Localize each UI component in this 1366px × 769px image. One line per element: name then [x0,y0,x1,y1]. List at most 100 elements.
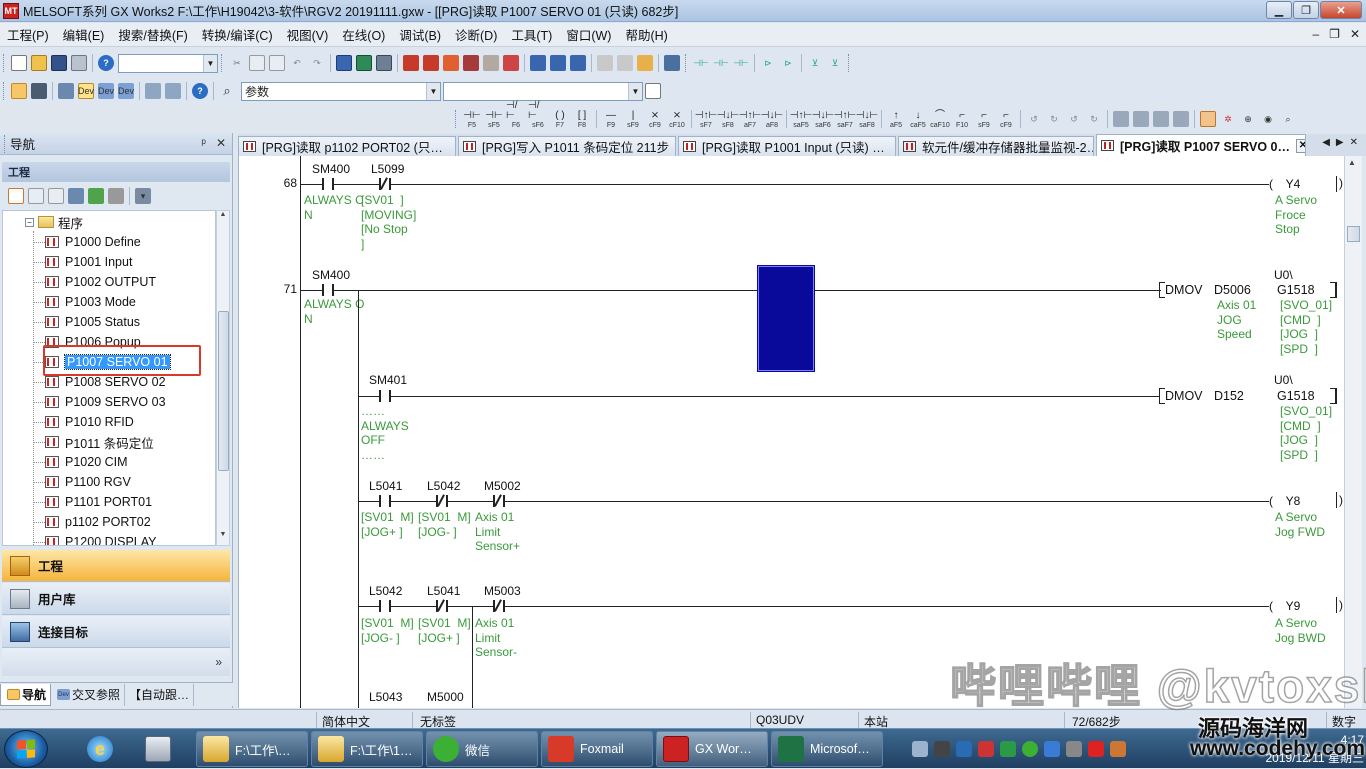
new-data-icon[interactable] [8,188,24,204]
invert-button[interactable]: ⌒ caF10 [930,109,950,130]
contact-no[interactable] [379,390,391,402]
shield-icon[interactable] [1000,741,1016,757]
undo-icon[interactable]: ↶ [289,55,305,71]
monitor-write-icon[interactable]: ↻ [1086,111,1102,127]
tree-item-program[interactable]: P1009 SERVO 03 [33,393,166,411]
bluetooth-icon[interactable] [956,741,972,757]
scroll-up-icon[interactable]: ▲ [1348,158,1356,167]
copy-data-icon[interactable] [28,188,44,204]
tab-p1011[interactable]: [PRG]写入 P1011 条码定位 211步 [458,136,676,156]
paste-icon[interactable] [269,55,285,71]
program-icon[interactable] [31,83,47,99]
display-icon[interactable] [664,55,680,71]
operation-result-rising-button[interactable]: ↑ aF5 [886,109,906,130]
refresh-icon[interactable] [88,188,104,204]
network-icon[interactable] [1044,741,1060,757]
plane-icon[interactable] [934,741,950,757]
delete-hline-button[interactable]: ⨯ cF9 [645,109,665,130]
tab-close-all-icon[interactable]: ✕ [1350,137,1358,148]
verify-plc-icon[interactable] [443,55,459,71]
contact-no[interactable] [322,284,334,296]
window-icon[interactable] [58,83,74,99]
minimize-button[interactable]: ▁ [1266,1,1292,19]
scroll-up-icon[interactable]: ▲ [217,211,229,225]
ladder-line-icon[interactable]: ⊣⊢ [733,55,749,71]
menu-project[interactable]: 工程(P) [0,25,56,44]
ladder-delete-icon[interactable]: ⊣⊢ [713,55,729,71]
sogou-icon[interactable] [1088,741,1104,757]
restore-button[interactable]: ❐ [1293,1,1319,19]
tool-dropdown-icon[interactable]: ▾ [135,188,151,204]
menu-find-replace[interactable]: 搜索/替换(F) [111,25,194,44]
tree-item-program[interactable]: P1011 条码定位 [33,433,154,451]
document-icon[interactable] [645,83,661,99]
mdi-restore-button[interactable]: ❐ [1329,27,1340,41]
operation-result-falling-button[interactable]: ↓ caF5 [908,109,928,130]
simulator-stop-icon[interactable] [617,55,633,71]
help-icon[interactable]: ? [98,55,114,71]
zoom-in-icon[interactable]: ⊕ [1240,111,1256,127]
scroll-down-icon[interactable]: ▼ [217,531,229,545]
editor-vertical-scrollbar[interactable]: ▲ [1344,156,1362,708]
tree-item-program[interactable]: P1002 OUTPUT [33,273,156,291]
contact-nc[interactable] [493,495,505,507]
antivirus-icon[interactable] [1066,741,1082,757]
properties-icon[interactable] [68,188,84,204]
menu-edit[interactable]: 编辑(E) [56,25,112,44]
rising-negated-button[interactable]: ⊣↑⊢ saF5 [790,109,812,130]
tab-auto-follow[interactable]: 【自动跟… [125,683,195,706]
line-delete-button[interactable]: ⌐ sF9 [974,109,994,130]
keyboard-icon[interactable] [912,741,928,757]
line-input-button[interactable]: ⌐ F10 [952,109,972,130]
contact-nc[interactable] [493,600,505,612]
start-button[interactable] [4,730,48,768]
nav-library-button[interactable]: 用户库 [2,583,230,615]
pin-icon[interactable]: ᵖ [201,136,206,150]
taskbar-gxworks[interactable]: GX Wor… [656,731,768,767]
coil-button[interactable]: ( ) F7 [550,109,570,130]
dev-alias-icon[interactable]: Dev [118,83,134,99]
online-icon[interactable] [483,55,499,71]
note-icon[interactable] [1153,111,1169,127]
contact-no[interactable] [379,600,391,612]
tab-close-icon[interactable]: ✕ [1295,138,1305,153]
delete-vline-button[interactable]: ⨯ cF10 [667,109,687,130]
step-search-icon[interactable] [376,55,392,71]
menu-online[interactable]: 在线(O) [335,25,392,44]
network-icon[interactable]: ✲ [1220,111,1236,127]
hline-button[interactable]: — F9 [601,109,621,130]
contact-no[interactable] [322,178,334,190]
menu-view[interactable]: 视图(V) [280,25,336,44]
scroll-thumb[interactable] [218,311,229,471]
taskbar-explorer-1[interactable]: F:\工作\… [196,731,308,767]
tab-p1007-servo01[interactable]: [PRG]读取 P1007 SERVO 0… ✕ [1096,134,1306,156]
tab-p1102-port02[interactable]: [PRG]读取 p1102 PORT02 (只… [238,136,456,156]
parallel-nc-button[interactable]: ⊣/⊢ sF6 [528,101,548,130]
tree-item-program[interactable]: P1010 RFID [33,413,134,431]
remote-op-icon[interactable] [463,55,479,71]
parallel-falling-negated-button[interactable]: ⊣↓⊢ saF8 [856,109,878,130]
help-icon[interactable]: ? [192,83,208,99]
taskbar-calculator[interactable] [138,731,190,767]
coil-y4[interactable]: (Y4 [1269,177,1335,191]
coil-y9[interactable]: (Y9 [1269,599,1335,613]
falling-pulse-button[interactable]: ⊣↓⊢ sF8 [717,109,739,130]
coil-y8[interactable]: (Y8 [1269,494,1335,508]
ladder-editor[interactable]: 68 SM400 ALWAYS C N L5099 [SV01 ] [MOVIN… [238,156,1344,708]
write-mode-icon[interactable]: ↺ [1026,111,1042,127]
parallel-falling-button[interactable]: ⊣↓⊢ aF8 [761,109,783,130]
mdi-close-button[interactable]: ✕ [1350,27,1360,41]
menu-window[interactable]: 窗口(W) [559,25,618,44]
binoculars-icon[interactable]: ⌕ [219,83,235,99]
tab-device-batch-monitor[interactable]: 软元件/缓冲存储器批量监视-2… [898,136,1094,156]
nav-project-button[interactable]: 工程 [2,550,230,582]
tree-item-program[interactable]: p1102 PORT02 [33,513,151,531]
tree-item-program[interactable]: P1200 DISPLAY [33,533,157,545]
read-mode-icon[interactable]: ↻ [1046,111,1062,127]
contact-no[interactable] [379,495,391,507]
menu-help[interactable]: 帮助(H) [618,25,674,44]
wechat-tray-icon[interactable] [1022,741,1038,757]
taskbar-foxmail[interactable]: Foxmail [541,731,653,767]
write-plc-icon[interactable] [403,55,419,71]
paste-data-icon[interactable] [48,188,64,204]
